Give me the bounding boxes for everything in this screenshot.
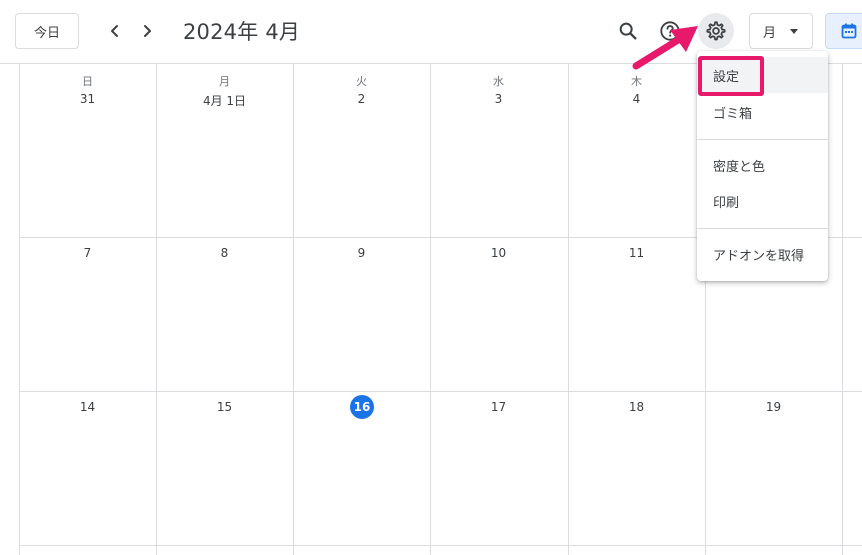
menu-divider (697, 228, 828, 229)
day-number[interactable]: 18 (568, 400, 705, 414)
grid-line (19, 545, 862, 546)
menu-divider (697, 139, 828, 140)
day-number[interactable]: 14 (19, 400, 156, 414)
grid-line (19, 391, 862, 392)
grid-line (842, 64, 843, 555)
menu-item-density-color[interactable]: 密度と色 (697, 147, 828, 183)
day-number[interactable]: 3 (430, 92, 567, 106)
caret-down-icon (790, 29, 798, 34)
day-number[interactable]: 8 (156, 246, 293, 260)
calendar-app: 今日 2024年 4月 月 日 月 火 水 木 31 4月 1日 2 3 4 7… (0, 0, 862, 555)
menu-item-get-addons[interactable]: アドオンを取得 (697, 236, 828, 272)
day-number[interactable]: 11 (568, 246, 705, 260)
day-number[interactable]: 4 (568, 92, 705, 106)
calendar-view-button[interactable] (825, 13, 862, 49)
view-selector-label: 月 (763, 25, 777, 41)
day-number[interactable]: 4月 1日 (156, 92, 293, 109)
today-day-number[interactable]: 16 (350, 395, 374, 419)
menu-item-trash[interactable]: ゴミ箱 (697, 94, 828, 130)
day-number[interactable]: 31 (19, 92, 156, 106)
day-number[interactable]: 17 (430, 400, 567, 414)
view-selector[interactable]: 月 (749, 13, 813, 49)
grid-line (430, 64, 431, 555)
next-month-button[interactable] (134, 18, 160, 44)
day-number[interactable]: 10 (430, 246, 567, 260)
menu-item-print[interactable]: 印刷 (697, 183, 828, 219)
weekday-header: 木 (631, 75, 642, 88)
day-number[interactable]: 7 (19, 246, 156, 260)
weekday-header: 水 (493, 75, 504, 88)
day-number[interactable]: 15 (156, 400, 293, 414)
grid-line (156, 64, 157, 555)
day-number[interactable]: 2 (293, 92, 430, 106)
grid-line (19, 64, 20, 555)
chevron-left-icon (111, 25, 118, 37)
day-number[interactable]: 9 (293, 246, 430, 260)
previous-month-button[interactable] (102, 18, 128, 44)
weekday-header: 火 (356, 75, 367, 88)
calendar-icon (841, 23, 857, 39)
chevron-right-icon (144, 25, 151, 37)
grid-line (293, 64, 294, 555)
page-title: 2024年 4月 (183, 20, 301, 44)
grid-line (568, 64, 569, 555)
today-button[interactable]: 今日 (15, 13, 79, 49)
weekday-header: 日 (82, 75, 93, 88)
weekday-header: 月 (219, 75, 230, 88)
day-number[interactable]: 19 (705, 400, 842, 414)
annotation-arrow-icon (632, 26, 698, 70)
